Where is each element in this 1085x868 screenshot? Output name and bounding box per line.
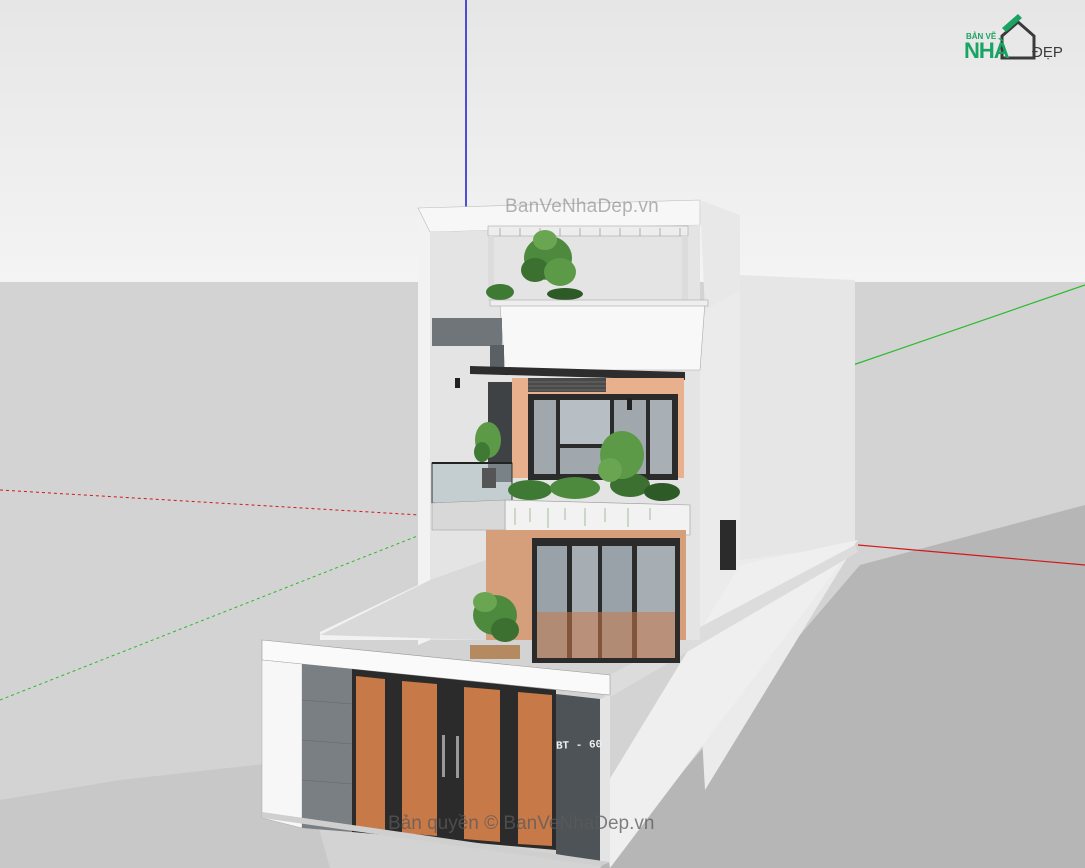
logo-line-3: ĐẸP [1032,44,1063,61]
site-logo[interactable]: BẢN VẼ NHÀ ĐẸP [962,14,1074,64]
pergola [487,225,689,237]
gate-handle-right [456,736,459,778]
wall-light-left [455,378,460,388]
fence-stone-left [302,664,352,832]
watermark-bottom: Bản quyền © BanVeNhaDep.vn [388,813,655,834]
house-number-plate: BT - 60 [555,739,603,753]
gate-panel-1 [356,676,385,830]
watermark-top: BanVeNhaDep.vn [505,196,659,217]
wall-light-right [627,398,632,410]
sketchup-house-model [0,0,1085,868]
side-window-grille [720,520,736,570]
second-floor-slab [431,499,506,531]
fence-stone-right [556,694,600,862]
logo-line-2: NHÀ [964,38,1010,63]
stone-panel-upper [432,318,502,346]
fence-left-pillar [261,659,303,829]
balcony-planter [504,499,691,536]
gate-handle-left [442,735,445,777]
glass-railing [431,462,513,504]
top-floor-box [499,301,706,371]
front-frame-left [418,205,430,645]
